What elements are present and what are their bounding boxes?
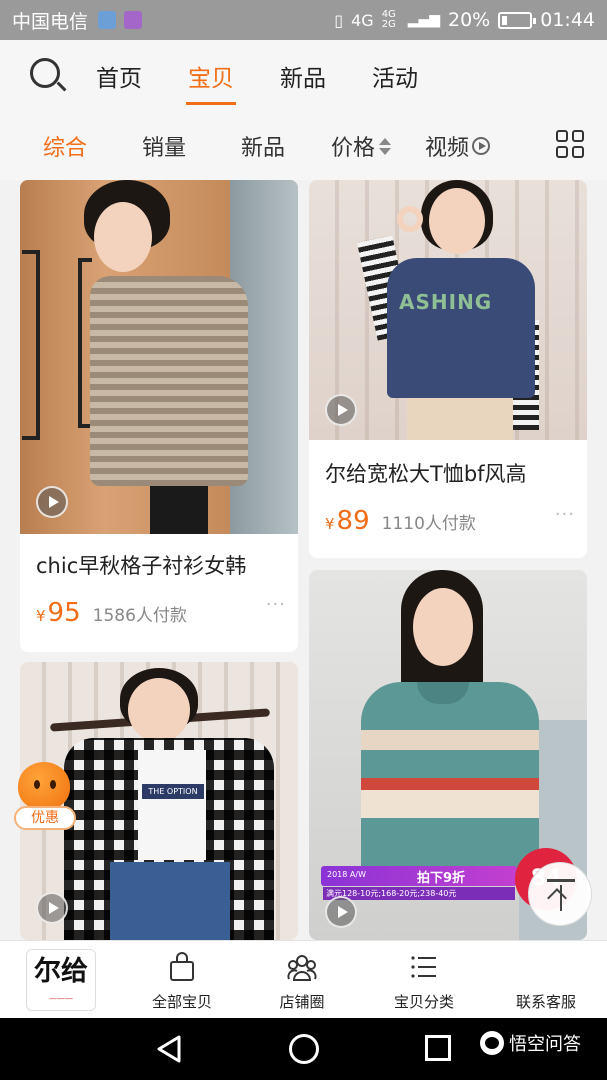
clock: 01:44: [540, 9, 595, 31]
product-title[interactable]: chic早秋格子衬衫女韩: [36, 550, 246, 580]
watermark: 悟空问答: [480, 1030, 581, 1056]
price-row: ¥ 89 1110人付款: [325, 506, 476, 536]
tab-products[interactable]: 宝贝: [186, 53, 236, 105]
back-icon[interactable]: [155, 1034, 183, 1064]
product-photo: [20, 180, 298, 534]
product-title[interactable]: 尔给宽松大T恤bf风高: [325, 458, 527, 488]
play-video-icon[interactable]: [325, 896, 357, 928]
signal-icon: ▂▄▆: [407, 12, 440, 28]
nav-contact-service-label: 联系客服: [515, 993, 576, 1011]
shop-logo-text: 尔给: [34, 956, 88, 987]
product-photo: ASHING: [309, 180, 587, 440]
sort-new[interactable]: 新品: [241, 130, 285, 162]
sale-banner: 2018 A/W 拍下9折 满元128-10元;168-20元;238-40元: [321, 866, 517, 900]
product-price: 95: [47, 598, 81, 628]
sort-arrows-icon: [379, 137, 392, 155]
nav-contact-service[interactable]: 联系客服: [496, 941, 596, 1019]
product-card[interactable]: chic早秋格子衬衫女韩 ¥ 95 1586人付款 ···: [20, 180, 298, 652]
wukong-logo-icon: [480, 1031, 504, 1055]
promo-badge[interactable]: 优惠: [14, 762, 76, 832]
shirt-print: ASHING: [399, 290, 493, 314]
currency-symbol: ¥: [325, 515, 335, 533]
back-to-top-button[interactable]: [528, 862, 592, 926]
tab-home[interactable]: 首页: [94, 53, 144, 99]
nav-shop-circle-label: 店铺圈: [279, 993, 325, 1011]
play-video-icon[interactable]: [36, 892, 68, 924]
currency-symbol: ¥: [36, 607, 46, 625]
sort-overall[interactable]: 综合: [43, 130, 87, 162]
play-circle-icon: [472, 137, 491, 155]
product-card[interactable]: ASHING 尔给宽松大T恤bf风高 ¥ 89 1110人付款 ···: [309, 180, 587, 558]
status-bar: 中国电信 ▯ 4G 4G 2G ▂▄▆ 20% 01:44: [0, 0, 607, 40]
tee-print: THE OPTION: [142, 784, 204, 799]
mascot-icon: [18, 762, 70, 810]
sort-price-label: 价格: [331, 136, 376, 161]
bag-icon: [170, 952, 194, 981]
nav-all-products[interactable]: 全部宝贝: [132, 941, 232, 1019]
sold-count: 1110人付款: [381, 514, 476, 534]
play-video-icon[interactable]: [325, 394, 357, 426]
sale-tiers: 满元128-10元;168-20元;238-40元: [323, 887, 515, 900]
sort-sales[interactable]: 销量: [142, 130, 186, 162]
battery-percent: 20%: [448, 9, 491, 31]
vibrate-icon: ▯: [334, 10, 344, 30]
app-notification-icon: [124, 11, 143, 29]
nav-all-products-label: 全部宝贝: [151, 993, 212, 1011]
network-label-2: 4G 2G: [381, 9, 396, 30]
battery-icon: [498, 11, 537, 29]
nav-shop-circle[interactable]: 店铺圈: [252, 941, 352, 1019]
grid-view-icon[interactable]: [556, 130, 584, 158]
more-options-icon[interactable]: ···: [266, 594, 286, 615]
sold-count: 1586人付款: [92, 606, 187, 626]
nav-categories[interactable]: 宝贝分类: [374, 941, 474, 1019]
search-icon[interactable]: [30, 58, 67, 94]
more-options-icon[interactable]: ···: [555, 504, 575, 525]
nav-categories-label: 宝贝分类: [393, 993, 454, 1011]
bottom-nav: 尔给 ——— 全部宝贝 店铺圈 宝贝分类 联系客服: [0, 940, 607, 1018]
sort-price[interactable]: 价格: [331, 130, 392, 162]
top-nav: 首页 宝贝 新品 活动: [0, 40, 607, 112]
watermark-text: 悟空问答: [509, 1034, 581, 1055]
sale-banner-text: 拍下9折: [417, 871, 466, 886]
price-row: ¥ 95 1586人付款: [36, 598, 187, 628]
tab-events[interactable]: 活动: [370, 53, 420, 99]
sort-bar: 综合 销量 新品 价格 视频: [0, 112, 607, 180]
product-price: 89: [336, 506, 370, 536]
group-icon: [287, 955, 317, 981]
promo-label: 优惠: [14, 806, 76, 830]
network-label: 4G: [351, 10, 374, 30]
play-video-icon[interactable]: [36, 486, 68, 518]
sort-video[interactable]: 视频: [425, 130, 491, 162]
list-icon: [411, 956, 436, 978]
sort-video-label: 视频: [425, 136, 470, 161]
home-icon[interactable]: [289, 1034, 319, 1064]
app-notification-icon: [98, 11, 117, 29]
tab-new[interactable]: 新品: [278, 53, 328, 99]
recent-apps-icon[interactable]: [425, 1035, 451, 1061]
carrier-label: 中国电信: [12, 10, 89, 33]
shop-logo[interactable]: 尔给 ———: [26, 949, 96, 1011]
sale-small: 2018 A/W: [327, 870, 366, 879]
shop-logo-subtext: ———: [49, 994, 73, 1003]
